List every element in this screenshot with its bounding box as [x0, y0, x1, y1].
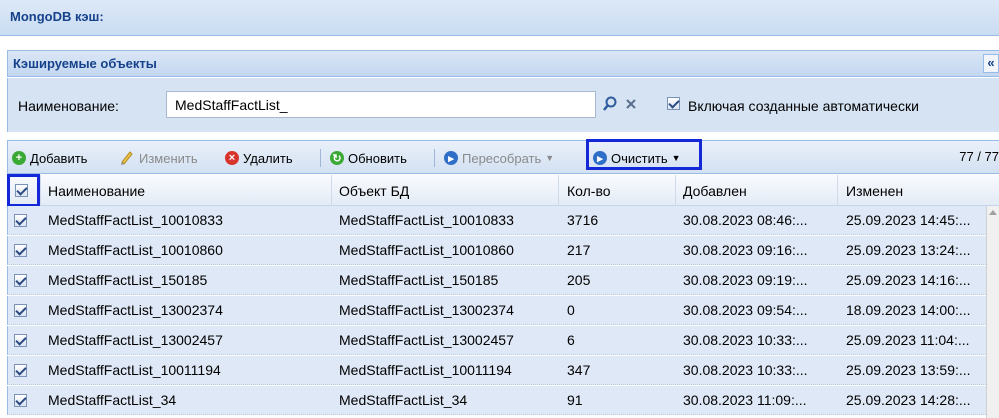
column-header-name[interactable]: Наименование: [48, 183, 145, 199]
clear-filter-icon[interactable]: [621, 94, 641, 114]
name-cell: MedStaffFactList_10010833: [48, 212, 223, 228]
count-cell: 6: [567, 332, 575, 348]
add-icon: +: [12, 151, 26, 165]
added-cell: 30.08.2023 08:46:...: [683, 212, 808, 228]
column-header-count[interactable]: Кол-во: [567, 183, 611, 199]
count-cell: 91: [567, 392, 583, 408]
added-cell: 30.08.2023 09:19:...: [683, 272, 808, 288]
window-title: MongoDB кэш:: [10, 9, 104, 24]
toolbar-divider: [434, 149, 435, 167]
added-cell: 30.08.2023 10:33:...: [683, 332, 808, 348]
name-cell: MedStaffFactList_13002374: [48, 302, 223, 318]
added-cell: 30.08.2023 09:16:...: [683, 242, 808, 258]
cached-objects-header: Кэшируемые объекты «: [7, 50, 999, 77]
row-checkbox[interactable]: [14, 244, 27, 257]
count-cell: 3716: [567, 212, 599, 228]
cached-objects-title: Кэшируемые объекты: [13, 56, 157, 71]
add-button[interactable]: + Добавить: [12, 148, 87, 168]
auto-created-checkbox[interactable]: [667, 97, 680, 110]
window-title-bar: MongoDB кэш:: [0, 0, 999, 36]
row-checkbox[interactable]: [14, 364, 27, 377]
row-checkbox[interactable]: [14, 214, 27, 227]
row-checkbox[interactable]: [14, 394, 27, 407]
modified-cell: 25.09.2023 14:16:...: [846, 272, 971, 288]
collapse-icon[interactable]: «: [983, 54, 999, 73]
db-object-cell: MedStaffFactList_13002374: [339, 302, 514, 318]
vertical-scrollbar[interactable]: [986, 206, 999, 418]
chevron-down-icon: ▼: [545, 153, 555, 163]
record-counter: 77 / 77: [959, 149, 999, 164]
filter-bar: Наименование: Включая созданные автомати…: [7, 78, 999, 132]
db-object-cell: MedStaffFactList_150185: [339, 272, 499, 288]
name-cell: MedStaffFactList_10011194: [48, 362, 221, 378]
table-row[interactable]: MedStaffFactList_150185 MedStaffFactList_…: [7, 266, 986, 295]
added-cell: 30.08.2023 10:33:...: [683, 362, 808, 378]
grid-header: Наименование Объект БД Кол-во Добавлен И…: [7, 175, 999, 206]
auto-created-label: Включая созданные автоматически: [688, 98, 919, 114]
db-object-cell: MedStaffFactList_10010860: [339, 242, 514, 258]
modified-cell: 25.09.2023 14:45:...: [846, 212, 971, 228]
delete-icon: ×: [225, 151, 239, 165]
table-row[interactable]: MedStaffFactList_13002457 MedStaffFactLis…: [7, 326, 986, 355]
delete-button[interactable]: × Удалить: [225, 148, 293, 168]
table-row[interactable]: MedStaffFactList_34 MedStaffFactList_34 91…: [7, 386, 986, 415]
rebuild-button[interactable]: ▸ Пересобрать ▼: [444, 148, 554, 168]
column-header-modified[interactable]: Изменен: [846, 183, 903, 199]
row-checkbox[interactable]: [14, 274, 27, 287]
name-filter-label: Наименование:: [18, 98, 119, 114]
modified-cell: 25.09.2023 13:59:...: [846, 362, 971, 378]
edit-button[interactable]: Изменить: [119, 148, 198, 168]
column-header-db-object[interactable]: Объект БД: [339, 183, 409, 199]
column-header-added[interactable]: Добавлен: [683, 183, 747, 199]
refresh-button[interactable]: ↻ Обновить: [330, 148, 407, 168]
db-object-cell: MedStaffFactList_10011194: [339, 362, 512, 378]
table-row[interactable]: MedStaffFactList_13002374 MedStaffFactLis…: [7, 296, 986, 325]
name-cell: MedStaffFactList_150185: [48, 272, 208, 288]
select-all-highlight: [7, 174, 40, 207]
pencil-icon: [119, 149, 135, 168]
clear-button-highlight: [586, 139, 702, 170]
name-cell: MedStaffFactList_34: [48, 392, 177, 408]
toolbar-divider: [320, 149, 321, 167]
table-row[interactable]: MedStaffFactList_10010833 MedStaffFactLis…: [7, 206, 986, 235]
added-cell: 30.08.2023 09:54:...: [683, 302, 808, 318]
refresh-icon: ↻: [330, 151, 344, 165]
count-cell: 205: [567, 272, 591, 288]
row-checkbox[interactable]: [14, 334, 27, 347]
name-cell: MedStaffFactList_13002457: [48, 332, 223, 348]
play-icon: ▸: [444, 151, 458, 165]
count-cell: 0: [567, 302, 575, 318]
modified-cell: 25.09.2023 13:24:...: [846, 242, 971, 258]
added-cell: 30.08.2023 11:09:...: [683, 392, 807, 408]
table-row[interactable]: MedStaffFactList_10010860 MedStaffFactLis…: [7, 236, 986, 265]
grid-toolbar: + Добавить Изменить × Удалить ↻ Обновить…: [7, 140, 999, 174]
modified-cell: 25.09.2023 11:04:...: [846, 332, 970, 348]
row-checkbox[interactable]: [14, 304, 27, 317]
count-cell: 347: [567, 362, 591, 378]
modified-cell: 18.09.2023 14:00:...: [846, 302, 971, 318]
modified-cell: 25.09.2023 14:28:...: [846, 392, 971, 408]
scroll-up-icon[interactable]: [989, 210, 997, 215]
search-icon[interactable]: [600, 94, 620, 114]
table-row[interactable]: MedStaffFactList_10011194 MedStaffFactLis…: [7, 356, 986, 385]
db-object-cell: MedStaffFactList_10010833: [339, 212, 514, 228]
name-cell: MedStaffFactList_10010860: [48, 242, 223, 258]
name-filter-input[interactable]: [166, 91, 596, 118]
count-cell: 217: [567, 242, 591, 258]
db-object-cell: MedStaffFactList_13002457: [339, 332, 514, 348]
db-object-cell: MedStaffFactList_34: [339, 392, 468, 408]
